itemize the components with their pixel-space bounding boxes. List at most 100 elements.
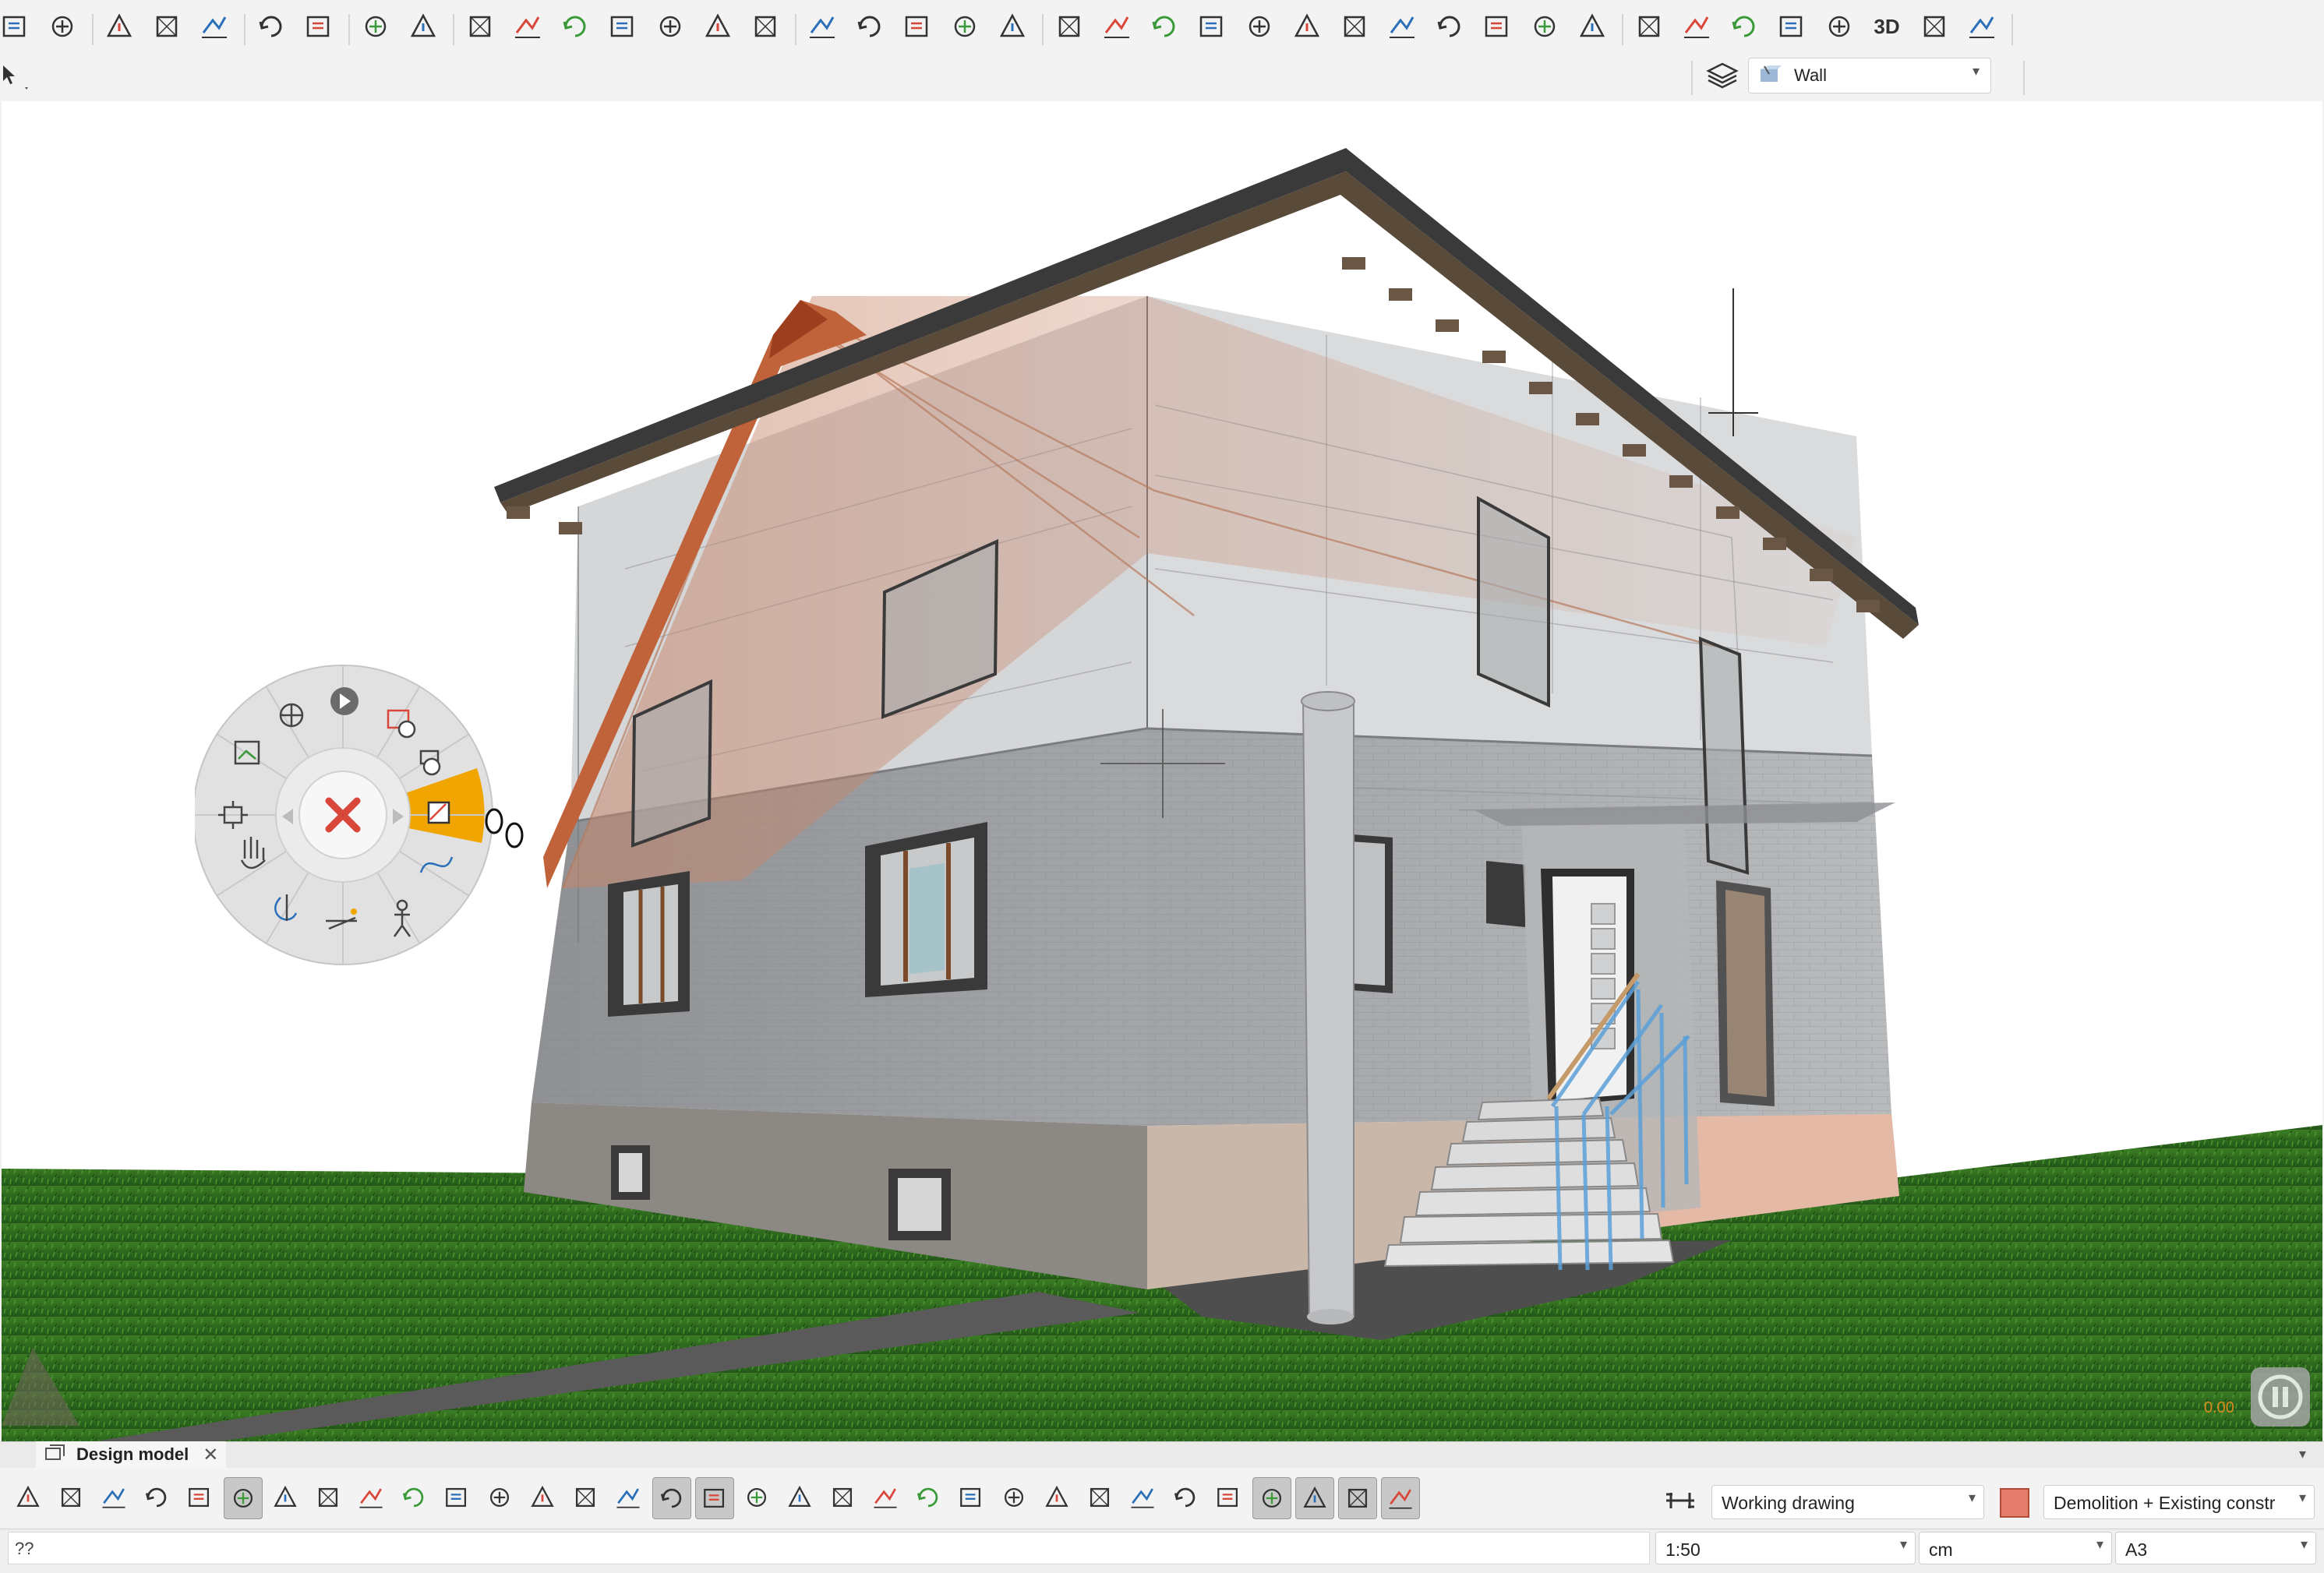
- scale-dropdown[interactable]: 1:50 ▾: [1655, 1532, 1916, 1564]
- wall-icon: [1758, 63, 1782, 90]
- close-tab-icon[interactable]: ✕: [203, 1444, 218, 1466]
- paper-value: A3: [2125, 1539, 2148, 1560]
- material-3-icon[interactable]: [524, 1477, 561, 1518]
- 3d-icon[interactable]: 3D: [1867, 6, 1906, 47]
- glasses-icon[interactable]: [267, 1477, 304, 1518]
- walk-mode-icon: [427, 801, 450, 824]
- tab-design-model[interactable]: Design model ✕: [36, 1441, 227, 1468]
- transform-5-icon[interactable]: [1525, 6, 1564, 47]
- layers-icon[interactable]: [1705, 59, 1739, 93]
- layer-filter-dropdown[interactable]: Demolition + Existing constr ▾: [2043, 1485, 2315, 1519]
- scale-icon[interactable]: [651, 6, 690, 47]
- box-select-3-icon[interactable]: [1145, 6, 1184, 47]
- undo-icon[interactable]: [252, 6, 291, 47]
- axis-6-icon[interactable]: [952, 1477, 990, 1518]
- axis-7-icon[interactable]: [995, 1477, 1033, 1518]
- paint-icon[interactable]: [1677, 6, 1716, 47]
- toolbar-separator: [1691, 61, 1693, 95]
- wave-icon[interactable]: [1295, 1477, 1334, 1519]
- eraser-icon[interactable]: [945, 6, 984, 47]
- align-icon[interactable]: [746, 6, 785, 47]
- text-icon[interactable]: [1252, 1477, 1291, 1519]
- document-tabbar: [0, 1441, 2324, 1469]
- camera-icon[interactable]: [1962, 6, 2001, 47]
- pan-view-icon[interactable]: [138, 1477, 175, 1518]
- zoom-in-icon[interactable]: [356, 6, 395, 47]
- fit-icon[interactable]: [181, 1477, 218, 1518]
- material-1-icon[interactable]: [438, 1477, 475, 1518]
- axis-1-icon[interactable]: [738, 1477, 775, 1518]
- rotate-icon[interactable]: [556, 6, 595, 47]
- paper-dropdown[interactable]: A3 ▾: [2115, 1532, 2316, 1564]
- transform-1-icon[interactable]: [1335, 6, 1374, 47]
- history-icon[interactable]: [0, 6, 34, 47]
- command-input[interactable]: ??: [8, 1532, 1650, 1564]
- unit-dropdown[interactable]: cm ▾: [1919, 1532, 2112, 1564]
- zoom-region-icon[interactable]: [52, 1477, 90, 1518]
- pan-icon[interactable]: [279, 703, 304, 728]
- light-icon[interactable]: [1915, 6, 1954, 47]
- material-5-icon[interactable]: [609, 1477, 647, 1518]
- match-icon[interactable]: [1573, 6, 1612, 47]
- divide-icon[interactable]: [850, 6, 889, 47]
- transform-3-icon[interactable]: [1430, 6, 1469, 47]
- material-4-icon[interactable]: [567, 1477, 604, 1518]
- box-select-1-icon[interactable]: [1050, 6, 1089, 47]
- width-icon[interactable]: [1338, 1477, 1377, 1519]
- snap-icon[interactable]: [1167, 1477, 1204, 1518]
- axis-2-icon[interactable]: [781, 1477, 818, 1518]
- save-icon[interactable]: [43, 6, 82, 47]
- roof-icon[interactable]: [1725, 6, 1764, 47]
- copy-objects-icon[interactable]: [461, 6, 500, 47]
- transform-4-icon[interactable]: [1478, 6, 1517, 47]
- split-icon[interactable]: [803, 6, 842, 47]
- sphere-icon[interactable]: [652, 1477, 691, 1519]
- zoom-out-icon[interactable]: [404, 6, 443, 47]
- axis-4-icon[interactable]: [867, 1477, 904, 1518]
- toolbar-separator: [1622, 14, 1623, 45]
- axis-5-icon[interactable]: [909, 1477, 947, 1518]
- play-animation-icon[interactable]: [330, 687, 358, 715]
- toolbar-separator: [244, 14, 245, 45]
- material-2-icon[interactable]: [481, 1477, 518, 1518]
- window-icon[interactable]: [309, 1477, 347, 1518]
- filter-icon[interactable]: [695, 1477, 734, 1519]
- pause-button[interactable]: [2251, 1367, 2310, 1427]
- command-input-value: ??: [15, 1539, 34, 1558]
- column-icon[interactable]: [1772, 6, 1811, 47]
- box-select-2-icon[interactable]: [1097, 6, 1136, 47]
- zoom-icon[interactable]: [95, 1477, 132, 1518]
- pointer-icon[interactable]: [0, 61, 31, 92]
- distort-icon[interactable]: [698, 6, 737, 47]
- model-icon: [44, 1444, 67, 1466]
- elevation-icon[interactable]: [1630, 6, 1669, 47]
- grid-1-icon[interactable]: [1038, 1477, 1075, 1518]
- mirror-icon[interactable]: [603, 6, 642, 47]
- hatch-icon[interactable]: [1381, 1477, 1420, 1519]
- offset-icon[interactable]: [898, 6, 937, 47]
- tab-menu-chevron-icon[interactable]: ▾: [2299, 1446, 2306, 1462]
- drawing-type-dropdown[interactable]: Working drawing ▾: [1711, 1485, 1984, 1519]
- axis-3-icon[interactable]: [824, 1477, 861, 1518]
- dots-icon[interactable]: [1210, 1477, 1247, 1518]
- view-1-icon[interactable]: [9, 1477, 47, 1518]
- redo-icon[interactable]: [299, 6, 338, 47]
- print-icon[interactable]: [395, 1477, 433, 1518]
- box-select-4-icon[interactable]: [1192, 6, 1231, 47]
- copy-icon[interactable]: [147, 6, 186, 47]
- duplicate-icon[interactable]: [508, 6, 547, 47]
- layer-dropdown[interactable]: Wall ▾: [1748, 58, 1991, 93]
- box-select-5-icon[interactable]: [1240, 6, 1279, 47]
- transform-2-icon[interactable]: [1383, 6, 1422, 47]
- curve-icon[interactable]: [1124, 1477, 1161, 1518]
- arc-icon[interactable]: [1820, 6, 1859, 47]
- walk-icon[interactable]: [224, 1477, 263, 1519]
- chevron-down-icon: ▾: [2300, 1536, 2308, 1552]
- cut-icon[interactable]: [100, 6, 139, 47]
- prism-icon[interactable]: [1287, 6, 1326, 47]
- paste-icon[interactable]: [195, 6, 234, 47]
- split-view-icon[interactable]: [352, 1477, 390, 1518]
- modify-icon[interactable]: [993, 6, 1032, 47]
- grid-2-icon[interactable]: [1081, 1477, 1118, 1518]
- navigation-wheel[interactable]: [192, 664, 524, 968]
